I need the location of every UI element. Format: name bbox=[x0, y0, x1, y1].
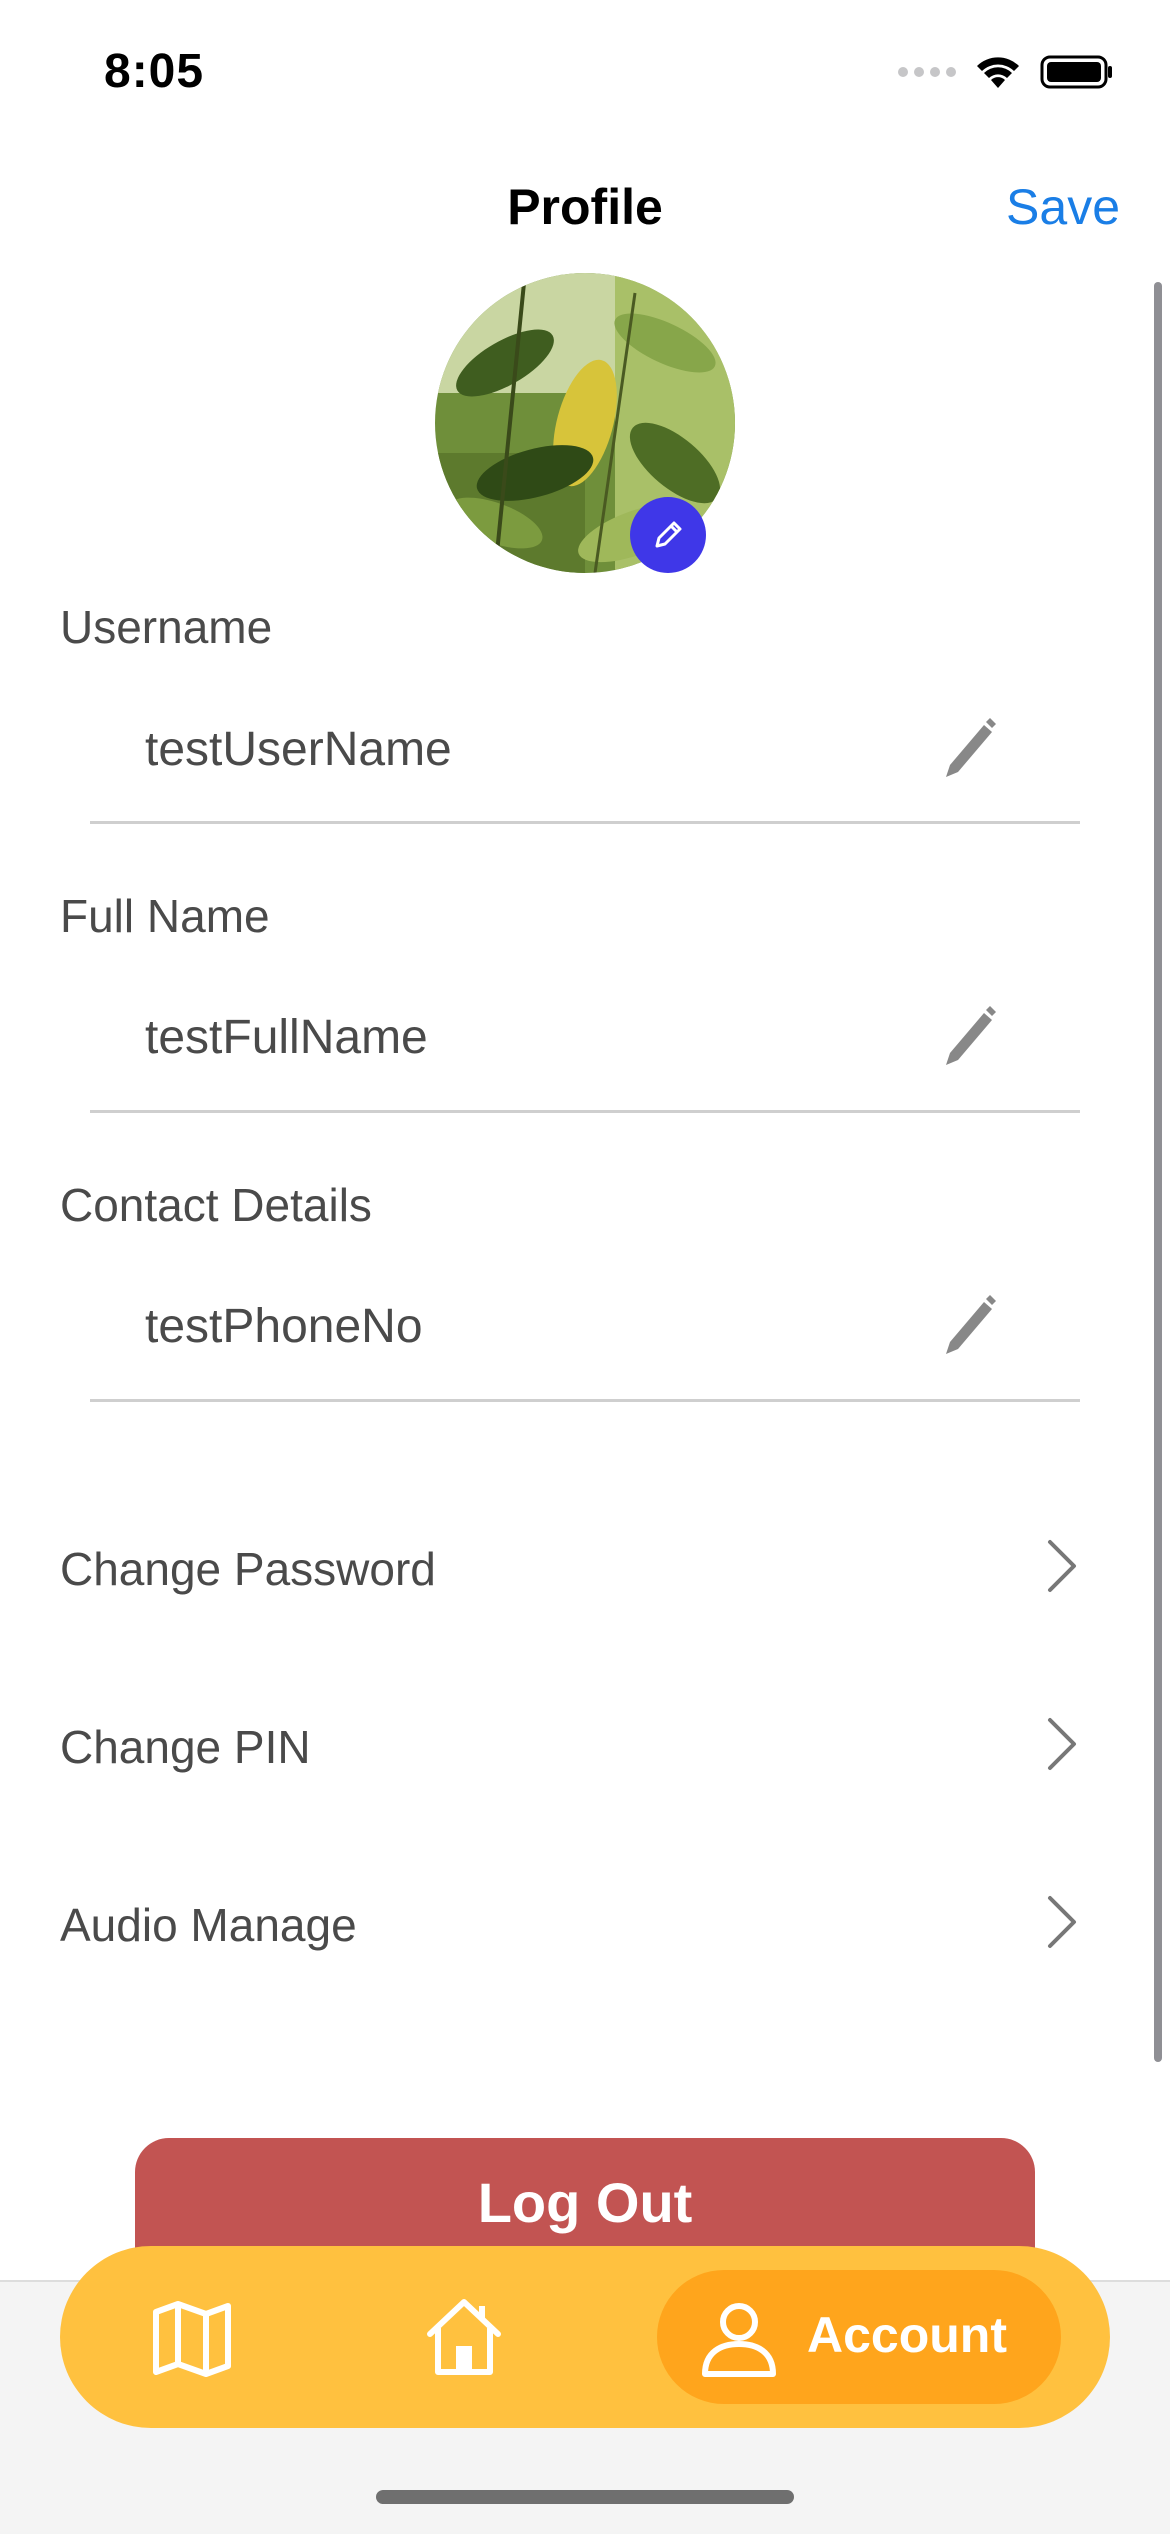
audio-manage-label: Audio Manage bbox=[60, 1899, 357, 1951]
logout-button[interactable]: Log Out bbox=[135, 2138, 1035, 2248]
tab-bar: Account bbox=[60, 2246, 1110, 2428]
change-password-label: Change Password bbox=[60, 1543, 436, 1595]
contact-divider bbox=[90, 1399, 1080, 1402]
edit-avatar-button[interactable] bbox=[630, 497, 706, 573]
battery-icon bbox=[1040, 55, 1112, 89]
wifi-icon bbox=[977, 57, 1019, 88]
contact-field[interactable]: testPhoneNo bbox=[145, 1299, 423, 1354]
status-icons bbox=[898, 54, 1114, 90]
change-pin-label: Change PIN bbox=[60, 1721, 311, 1773]
chevron-right-icon bbox=[1048, 1718, 1076, 1770]
pencil-icon bbox=[655, 521, 682, 548]
status-time: 8:05 bbox=[104, 45, 205, 98]
chevron-right-icon bbox=[1048, 1896, 1076, 1948]
edit-fullname-pencil-icon[interactable] bbox=[938, 1003, 998, 1073]
map-icon[interactable] bbox=[150, 2296, 234, 2380]
tab-account[interactable]: Account bbox=[657, 2270, 1061, 2404]
status-bar: 8:05 bbox=[0, 0, 1170, 140]
tab-account-label: Account bbox=[807, 2307, 1007, 2363]
change-pin-row[interactable]: Change PIN bbox=[0, 1686, 1170, 1806]
username-label: Username bbox=[60, 601, 273, 653]
edit-contact-pencil-icon[interactable] bbox=[938, 1292, 998, 1362]
edit-username-pencil-icon[interactable] bbox=[938, 715, 998, 785]
audio-manage-row[interactable]: Audio Manage bbox=[0, 1864, 1170, 1984]
contact-label: Contact Details bbox=[60, 1179, 372, 1231]
fullname-label: Full Name bbox=[60, 890, 270, 942]
save-button[interactable]: Save bbox=[1006, 178, 1120, 236]
page-title: Profile bbox=[507, 179, 663, 235]
person-icon bbox=[702, 2303, 776, 2377]
fullname-field[interactable]: testFullName bbox=[145, 1010, 428, 1065]
chevron-right-icon bbox=[1048, 1540, 1076, 1592]
change-password-row[interactable]: Change Password bbox=[0, 1508, 1170, 1628]
username-field[interactable]: testUserName bbox=[145, 722, 452, 777]
cellular-signal-icon bbox=[898, 67, 956, 77]
home-indicator bbox=[376, 2490, 794, 2504]
fullname-divider bbox=[90, 1110, 1080, 1113]
home-icon[interactable] bbox=[422, 2294, 506, 2378]
username-divider bbox=[90, 821, 1080, 824]
